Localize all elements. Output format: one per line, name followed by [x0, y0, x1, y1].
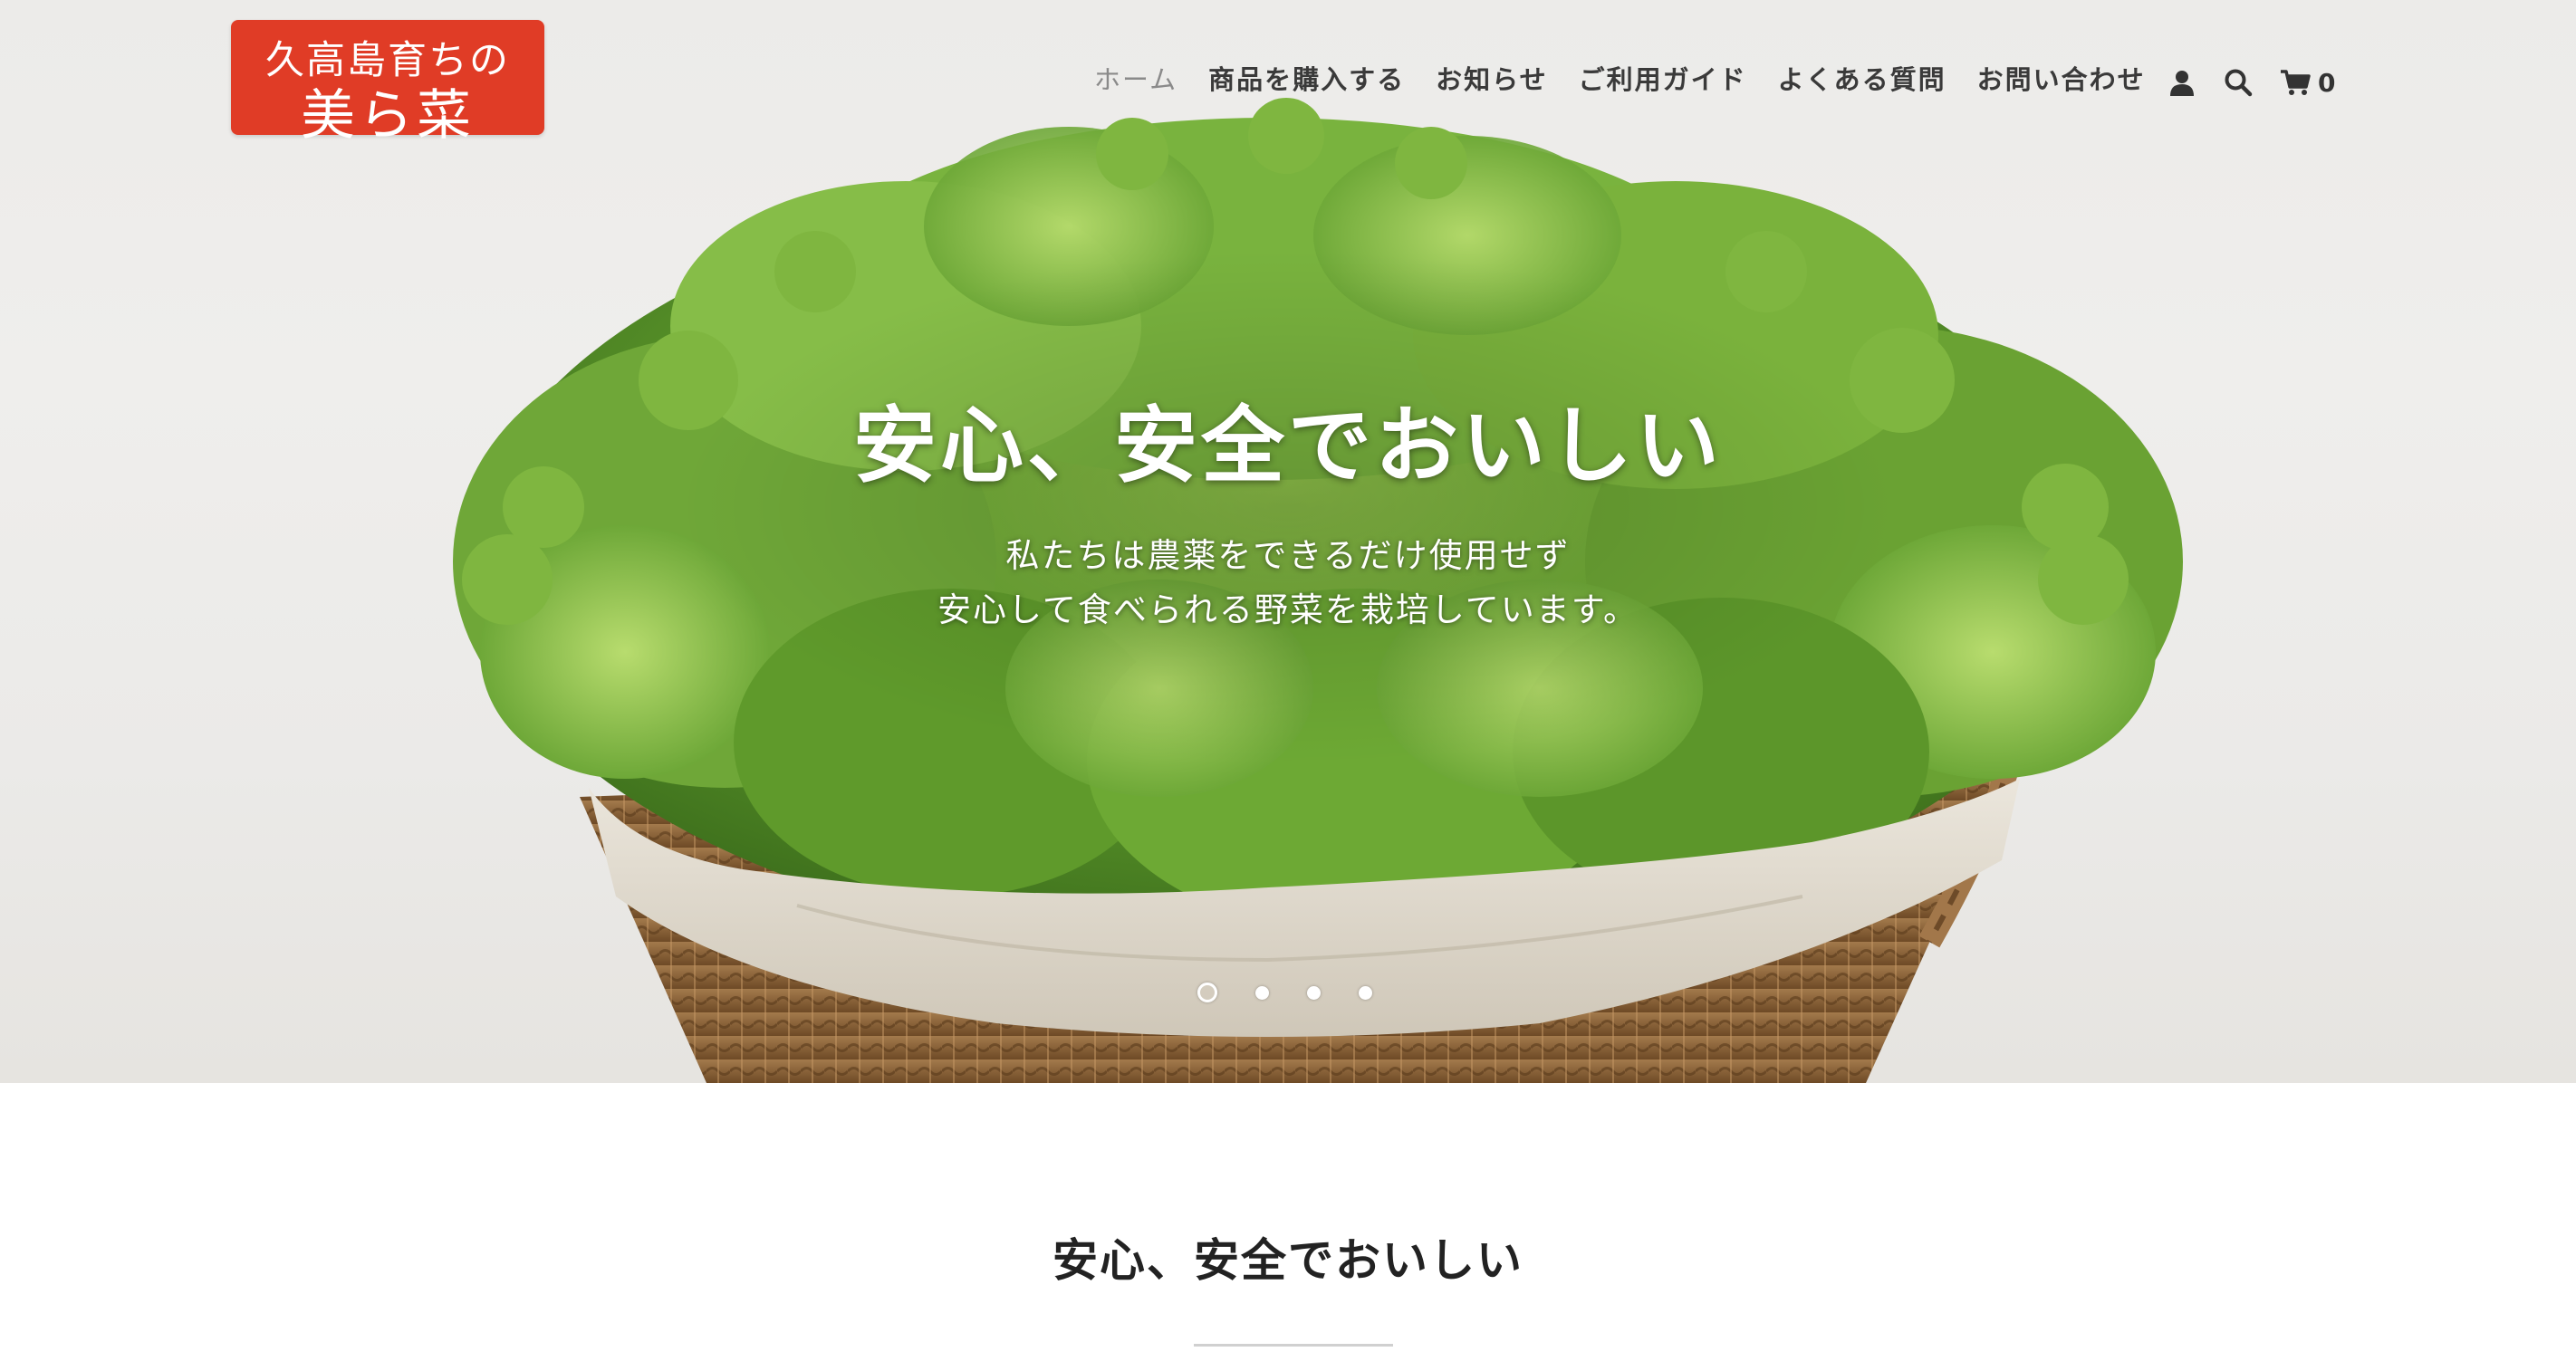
search-icon[interactable]: [2224, 68, 2253, 97]
nav-item-shop[interactable]: 商品を購入する: [1208, 60, 1405, 100]
nav-item-guide[interactable]: ご利用ガイド: [1579, 60, 1747, 100]
cart-button[interactable]: 0: [2280, 68, 2335, 98]
account-icon[interactable]: [2167, 68, 2196, 97]
logo-title: 美ら菜: [301, 84, 475, 148]
cart-count: 0: [2318, 67, 2336, 98]
nav-item-home[interactable]: ホーム: [1094, 60, 1177, 100]
section-divider: [1194, 1344, 1393, 1347]
nav-item-contact[interactable]: お問い合わせ: [1977, 60, 2146, 100]
header-icons: 0: [2167, 63, 2335, 101]
hero-subtext: 私たちは農薬をできるだけ使用せず 安心して食べられる野菜を栽培しています。: [0, 529, 2576, 638]
nav-item-news[interactable]: お知らせ: [1436, 60, 1547, 100]
slide-dot-4[interactable]: [1359, 985, 1372, 1000]
hero-slideshow: 久高島育ちの 美ら菜 ホーム 商品を購入する お知らせ ご利用ガイド よくある質…: [0, 0, 2576, 1083]
hero-heading: 安心、安全でおいしい: [852, 398, 1723, 494]
cart-icon: [2281, 70, 2311, 95]
nav-item-faq[interactable]: よくある質問: [1778, 60, 1946, 100]
page: 久高島育ちの 美ら菜 ホーム 商品を購入する お知らせ ご利用ガイド よくある質…: [0, 0, 2576, 1371]
section-title: 安心、安全でおいしい: [1053, 1234, 1523, 1287]
main-nav: ホーム 商品を購入する お知らせ ご利用ガイド よくある質問 お問い合わせ: [1094, 60, 2146, 100]
slideshow-dots: [1197, 983, 1372, 1002]
hero-subtext-line2: 安心して食べられる野菜を栽培しています。: [937, 590, 1639, 629]
hero-subtext-line1: 私たちは農薬をできるだけ使用せず: [1005, 536, 1571, 575]
slide-dot-1[interactable]: [1197, 983, 1217, 1002]
slide-dot-3[interactable]: [1307, 985, 1321, 1000]
slide-dot-2[interactable]: [1255, 985, 1269, 1000]
site-logo[interactable]: 久高島育ちの 美ら菜: [231, 20, 544, 148]
